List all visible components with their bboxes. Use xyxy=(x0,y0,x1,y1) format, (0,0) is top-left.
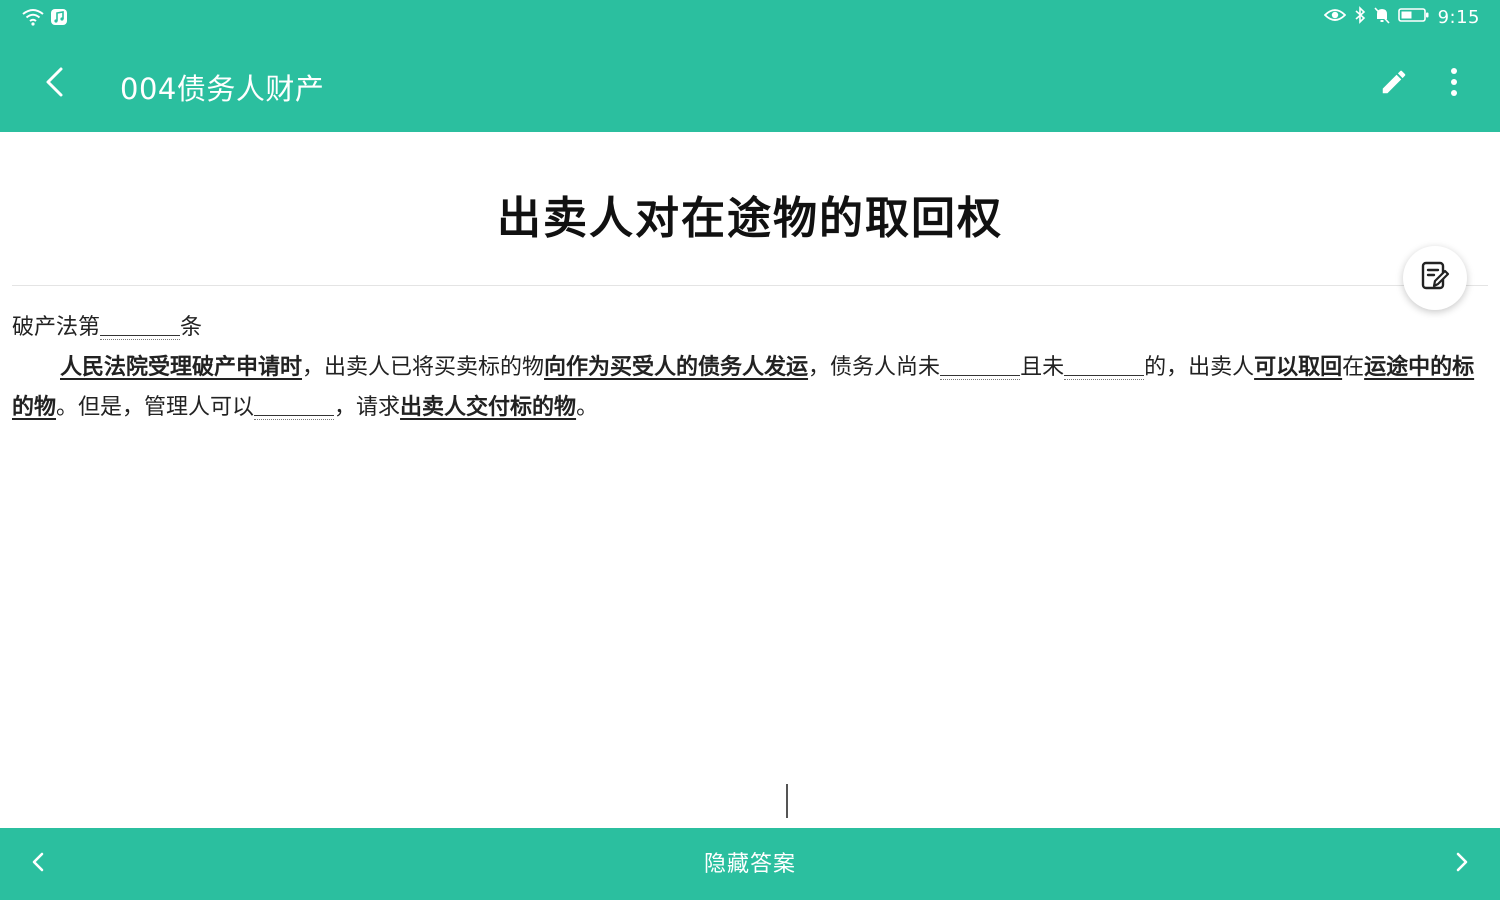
document-content: 出卖人对在途物的取回权 破产法第 条 人民法院受理破产申请时，出卖人已将买卖标的物… xyxy=(0,132,1500,828)
text-segment: 且未 xyxy=(1020,355,1065,380)
chevron-right-icon xyxy=(1455,851,1469,877)
answer-blank-1[interactable] xyxy=(940,351,1021,380)
text-segment: 。 xyxy=(576,395,599,420)
document-title: 出卖人对在途物的取回权 xyxy=(497,193,1003,244)
status-bar: 9:15 xyxy=(0,0,1500,36)
eye-icon xyxy=(1323,7,1346,28)
answer-blank-article-number[interactable] xyxy=(100,311,181,340)
keyword: 可以取回 xyxy=(1254,355,1343,380)
text-segment: ，请求 xyxy=(334,395,401,420)
answer-blank-2[interactable] xyxy=(1064,351,1145,380)
title-divider xyxy=(12,285,1488,286)
bottom-bar: 隐藏答案 xyxy=(0,828,1500,900)
text-segment: 。但是，管理人可以 xyxy=(56,395,255,420)
text-cursor xyxy=(786,784,788,818)
more-options-button[interactable] xyxy=(1432,62,1476,106)
hide-answer-button[interactable]: 隐藏答案 xyxy=(650,846,850,878)
rule-paragraph: 人民法院受理破产申请时，出卖人已将买卖标的物向作为买受人的债务人发运，债务人尚未… xyxy=(12,348,1476,428)
keyword: 人民法院受理破产申请时 xyxy=(60,355,303,380)
bluetooth-icon xyxy=(1354,6,1366,29)
music-app-icon xyxy=(50,8,68,30)
text-segment: 条 xyxy=(180,315,203,340)
document-body: 破产法第 条 人民法院受理破产申请时，出卖人已将买卖标的物向作为买受人的债务人发运… xyxy=(12,308,1476,428)
edit-button[interactable] xyxy=(1372,62,1416,106)
keyword: 向作为买受人的债务人发运 xyxy=(544,355,809,380)
text-segment: 破产法第 xyxy=(12,315,101,340)
previous-button[interactable] xyxy=(16,842,60,886)
answer-blank-3[interactable] xyxy=(254,391,335,420)
battery-icon xyxy=(1397,7,1430,28)
app-bar: 004债务人财产 xyxy=(0,36,1500,132)
more-vert-icon xyxy=(1449,67,1459,101)
status-time: 9:15 xyxy=(1437,7,1480,28)
text-segment: 的，出卖人 xyxy=(1144,355,1255,380)
page-title: 004债务人财产 xyxy=(120,72,325,106)
article-line: 破产法第 条 xyxy=(12,308,1476,348)
text-segment: 在 xyxy=(1342,355,1365,380)
edit-note-icon xyxy=(1419,260,1451,296)
keyword: 出卖人交付标的物 xyxy=(400,395,577,420)
status-left xyxy=(22,8,68,30)
chevron-left-icon xyxy=(31,851,45,877)
back-button[interactable] xyxy=(30,60,78,108)
mute-bell-icon xyxy=(1373,6,1390,29)
back-arrow-icon xyxy=(43,66,65,102)
wifi-icon xyxy=(22,8,44,30)
text-segment: ，出卖人已将买卖标的物 xyxy=(302,355,545,380)
next-button[interactable] xyxy=(1440,842,1484,886)
note-fab[interactable] xyxy=(1403,246,1467,310)
status-right: 9:15 xyxy=(1323,6,1480,29)
text-segment: ，债务人尚未 xyxy=(808,355,941,380)
pencil-icon xyxy=(1379,67,1409,101)
